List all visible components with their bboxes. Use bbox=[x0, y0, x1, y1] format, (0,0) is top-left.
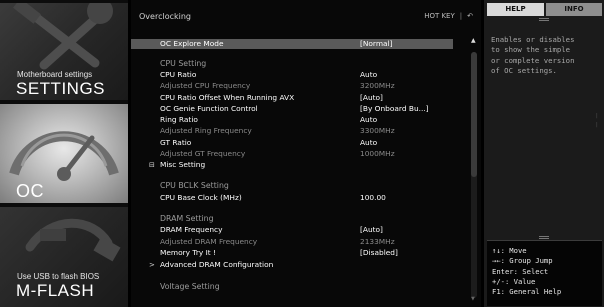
page-title: Overclocking bbox=[139, 12, 191, 21]
help-description: Enables or disables to show the simple or … bbox=[491, 35, 599, 76]
settings-tile[interactable]: Motherboard settings SETTINGS bbox=[0, 3, 128, 100]
setting-row[interactable]: OC Genie Function Control [By Onboard Bu.… bbox=[131, 104, 453, 114]
setting-label: Ring Ratio bbox=[160, 115, 198, 124]
submenu-arrow-icon: > bbox=[149, 261, 155, 269]
help-line: to show the simple bbox=[491, 45, 571, 55]
settings-list: OC Explore Mode [Normal] CPU Setting CPU Ra… bbox=[131, 34, 471, 304]
setting-value[interactable]: Auto bbox=[360, 115, 377, 125]
setting-label: DRAM Frequency bbox=[160, 225, 223, 234]
setting-value[interactable]: Auto bbox=[360, 70, 377, 80]
panel-edge-marks: | | bbox=[596, 113, 598, 128]
setting-value: 3200MHz bbox=[360, 81, 395, 90]
setting-row: Adjusted DRAM Frequency 2133MHz bbox=[131, 237, 453, 247]
setting-value[interactable]: [Disabled] bbox=[360, 248, 398, 258]
section-header: CPU Setting bbox=[131, 59, 453, 69]
setting-value[interactable]: 100.00 bbox=[360, 193, 386, 203]
setting-row[interactable]: GT Ratio Auto bbox=[131, 138, 453, 148]
left-navigation: Motherboard settings SETTINGS OC Use USB… bbox=[0, 0, 128, 307]
setting-label: DRAM Setting bbox=[160, 214, 214, 223]
key-hint: Enter: Select bbox=[492, 266, 549, 276]
help-line: Enables or disables bbox=[491, 35, 575, 44]
mflash-subtitle: Use USB to flash BIOS bbox=[17, 272, 100, 281]
setting-row[interactable]: CPU Ratio Offset When Running AVX [Auto] bbox=[131, 93, 453, 103]
grip-line bbox=[539, 18, 549, 19]
key-hints: ↑↓: Move →←: Group Jump Enter: Select +/-: … bbox=[492, 246, 561, 297]
setting-row[interactable]: > Advanced DRAM Configuration bbox=[131, 260, 453, 270]
hotkey-area[interactable]: HOT KEY | ↶ bbox=[424, 12, 473, 20]
setting-value[interactable]: [Auto] bbox=[360, 93, 383, 103]
setting-label: Misc Setting bbox=[160, 160, 206, 169]
setting-label: Adjusted DRAM Frequency bbox=[160, 237, 258, 246]
overclocking-panel: Overclocking HOT KEY | ↶ OC Explore Mode [N… bbox=[131, 0, 481, 307]
settings-title: SETTINGS bbox=[16, 79, 106, 98]
setting-row[interactable]: ⊟ Misc Setting bbox=[131, 160, 453, 170]
mflash-title: M-FLASH bbox=[16, 281, 95, 300]
setting-value[interactable]: [Normal] bbox=[360, 39, 393, 49]
oc-tile[interactable]: OC bbox=[0, 104, 128, 203]
help-panel: HELP INFO Enables or disables to show the… bbox=[484, 0, 604, 307]
collapse-icon: ⊟ bbox=[149, 161, 155, 169]
setting-label: Adjusted GT Frequency bbox=[160, 149, 246, 158]
setting-label: CPU Ratio bbox=[160, 70, 197, 79]
grip-line bbox=[539, 238, 549, 239]
setting-row[interactable]: OC Explore Mode [Normal] bbox=[131, 39, 453, 49]
grip-line bbox=[539, 20, 549, 21]
key-hint: F1: General Help bbox=[492, 287, 562, 297]
setting-value: 1000MHz bbox=[360, 149, 395, 158]
setting-label: Voltage Setting bbox=[160, 282, 220, 291]
setting-label: Advanced DRAM Configuration bbox=[160, 260, 274, 269]
oc-title: OC bbox=[16, 181, 44, 201]
mflash-tile[interactable]: Use USB to flash BIOS M-FLASH bbox=[0, 207, 128, 307]
setting-row[interactable]: Ring Ratio Auto bbox=[131, 115, 453, 125]
key-hint: +/-: Value bbox=[492, 276, 536, 286]
scrollbar-thumb[interactable] bbox=[471, 52, 477, 177]
setting-row[interactable]: CPU Ratio Auto bbox=[131, 70, 453, 80]
setting-label: OC Genie Function Control bbox=[160, 104, 258, 113]
help-line: or complete version bbox=[491, 55, 575, 65]
setting-row: Adjusted GT Frequency 1000MHz bbox=[131, 149, 453, 159]
setting-label: Memory Try It ! bbox=[160, 248, 216, 257]
section-header: Voltage Setting bbox=[131, 282, 453, 292]
setting-value[interactable]: [Auto] bbox=[360, 225, 383, 235]
setting-label: GT Ratio bbox=[160, 138, 192, 147]
setting-value[interactable]: [By Onboard Bu...] bbox=[360, 104, 429, 114]
hotkey-label[interactable]: HOT KEY bbox=[424, 12, 455, 20]
setting-row: Adjusted CPU Frequency 3200MHz bbox=[131, 81, 453, 91]
setting-value: 2133MHz bbox=[360, 237, 395, 246]
scroll-down-arrow-icon[interactable]: ▼ bbox=[471, 296, 475, 302]
key-hint: →←: Group Jump bbox=[492, 256, 553, 266]
tab-help[interactable]: HELP bbox=[487, 3, 544, 16]
setting-value[interactable]: Auto bbox=[360, 138, 377, 148]
setting-label: Adjusted Ring Frequency bbox=[160, 126, 252, 135]
setting-label: CPU Setting bbox=[160, 59, 207, 68]
section-header: CPU BCLK Setting bbox=[131, 181, 453, 191]
hotkey-separator: | bbox=[459, 12, 463, 20]
grip-line bbox=[539, 236, 549, 237]
section-header: DRAM Setting bbox=[131, 214, 453, 224]
scroll-up-arrow-icon[interactable]: ▲ bbox=[471, 37, 476, 44]
setting-label: OC Explore Mode bbox=[160, 39, 224, 48]
panel-header: Overclocking HOT KEY | ↶ bbox=[131, 0, 481, 30]
setting-row[interactable]: CPU Base Clock (MHz) 100.00 bbox=[131, 193, 453, 203]
setting-row[interactable]: DRAM Frequency [Auto] bbox=[131, 225, 453, 235]
setting-row[interactable]: Memory Try It ! [Disabled] bbox=[131, 248, 453, 258]
setting-row: Adjusted Ring Frequency 3300MHz bbox=[131, 126, 453, 136]
setting-value: 3300MHz bbox=[360, 126, 395, 135]
setting-label: CPU Base Clock (MHz) bbox=[160, 193, 242, 202]
help-line: of OC settings. bbox=[491, 65, 557, 75]
setting-label: Adjusted CPU Frequency bbox=[160, 81, 251, 90]
back-arrow-icon[interactable]: ↶ bbox=[467, 12, 473, 20]
key-hint: ↑↓: Move bbox=[492, 246, 527, 255]
tab-info[interactable]: INFO bbox=[546, 3, 602, 16]
settings-subtitle: Motherboard settings bbox=[17, 70, 93, 79]
setting-label: CPU Ratio Offset When Running AVX bbox=[160, 93, 295, 102]
setting-label: CPU BCLK Setting bbox=[160, 181, 229, 190]
